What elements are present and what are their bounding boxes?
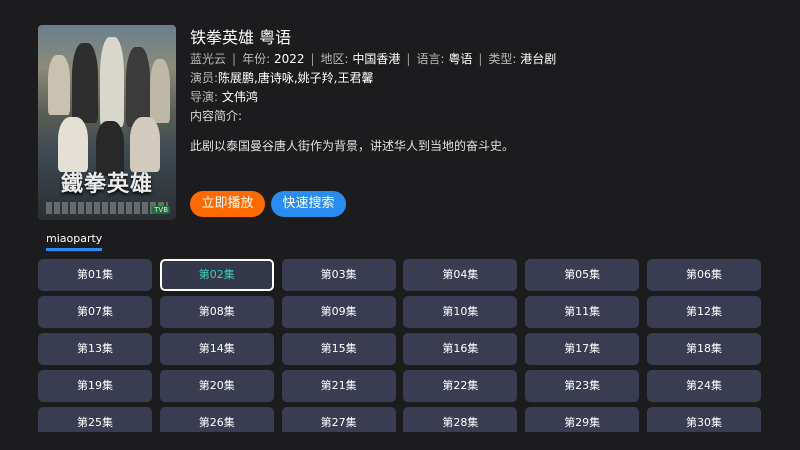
intro-label: 内容简介:: [190, 109, 243, 123]
cast-label: 演员:: [190, 71, 219, 85]
play-now-button[interactable]: 立即播放: [190, 191, 265, 217]
episode-button[interactable]: 第12集: [646, 296, 761, 328]
tvb-badge: TVB: [152, 206, 170, 214]
page-title: 铁拳英雄 粤语: [190, 28, 292, 47]
episode-button[interactable]: 第01集: [38, 259, 152, 291]
episode-button[interactable]: 第06集: [646, 259, 761, 291]
region-label: 地区:: [320, 52, 349, 66]
episode-button[interactable]: 第04集: [403, 259, 518, 291]
poster-credits: [46, 202, 168, 214]
episode-button[interactable]: 第24集: [646, 370, 761, 402]
year-value: 2022: [273, 52, 305, 66]
director-label: 导演:: [190, 90, 219, 104]
episode-button[interactable]: 第05集: [525, 259, 640, 291]
language-value: 粤语: [448, 52, 473, 66]
poster-image: 鐵拳英雄 TVB: [38, 25, 176, 220]
intro-text: 此剧以泰国曼谷唐人街作为背景，讲述华人到当地的奋斗史。: [190, 139, 515, 153]
type-value: 港台剧: [520, 52, 557, 66]
episode-button[interactable]: 第20集: [159, 370, 274, 402]
divider: |: [406, 52, 411, 66]
episode-button[interactable]: 第09集: [281, 296, 396, 328]
director-value: 文伟鸿: [221, 90, 258, 104]
episode-button[interactable]: 第15集: [281, 333, 396, 365]
episode-button[interactable]: 第21集: [281, 370, 396, 402]
episode-button[interactable]: 第07集: [38, 296, 152, 328]
language-label: 语言:: [416, 52, 445, 66]
episode-button[interactable]: 第17集: [525, 333, 640, 365]
quick-search-button[interactable]: 快速搜索: [271, 191, 346, 217]
episode-button[interactable]: 第18集: [646, 333, 761, 365]
episode-button[interactable]: 第25集: [38, 407, 152, 432]
region-value: 中国香港: [352, 52, 401, 66]
tab-miaoparty[interactable]: miaoparty: [46, 232, 103, 251]
episode-button[interactable]: 第26集: [159, 407, 274, 432]
type-label: 类型:: [488, 52, 517, 66]
poster-title: 鐵拳英雄: [60, 171, 153, 197]
episode-button[interactable]: 第28集: [403, 407, 518, 432]
episode-button[interactable]: 第23集: [525, 370, 640, 402]
meta-row: 蓝光云 | 年份: 2022 | 地区: 中国香港 | 语言: 粤语 | 类型: 港台剧: [190, 50, 556, 67]
episode-button[interactable]: 第19集: [38, 370, 152, 402]
director-row: 导演: 文伟鸿: [190, 88, 258, 105]
divider: |: [310, 52, 315, 66]
source-name: 蓝光云: [190, 52, 227, 66]
episode-button[interactable]: 第30集: [646, 407, 761, 432]
divider: |: [232, 52, 237, 66]
episode-button[interactable]: 第11集: [525, 296, 640, 328]
episode-grid: 第01集 第02集 第03集 第04集 第05集 第06集第07集 第08集 第09集 第10集…: [38, 259, 761, 432]
cast-row: 演员:陈展鹏,唐诗咏,姚子羚,王君馨: [190, 69, 374, 86]
episode-button[interactable]: 第02集: [159, 259, 274, 291]
episode-button[interactable]: 第29集: [525, 407, 640, 432]
episode-button[interactable]: 第14集: [159, 333, 274, 365]
divider: |: [478, 52, 483, 66]
episode-button[interactable]: 第03集: [281, 259, 396, 291]
episode-button[interactable]: 第08集: [159, 296, 274, 328]
episode-button[interactable]: 第16集: [403, 333, 518, 365]
cast-value: 陈展鹏,唐诗咏,姚子羚,王君馨: [218, 71, 374, 85]
episode-button[interactable]: 第13集: [38, 333, 152, 365]
episode-button[interactable]: 第27集: [281, 407, 396, 432]
episode-button[interactable]: 第10集: [403, 296, 518, 328]
episode-button[interactable]: 第22集: [403, 370, 518, 402]
year-label: 年份:: [242, 52, 271, 66]
